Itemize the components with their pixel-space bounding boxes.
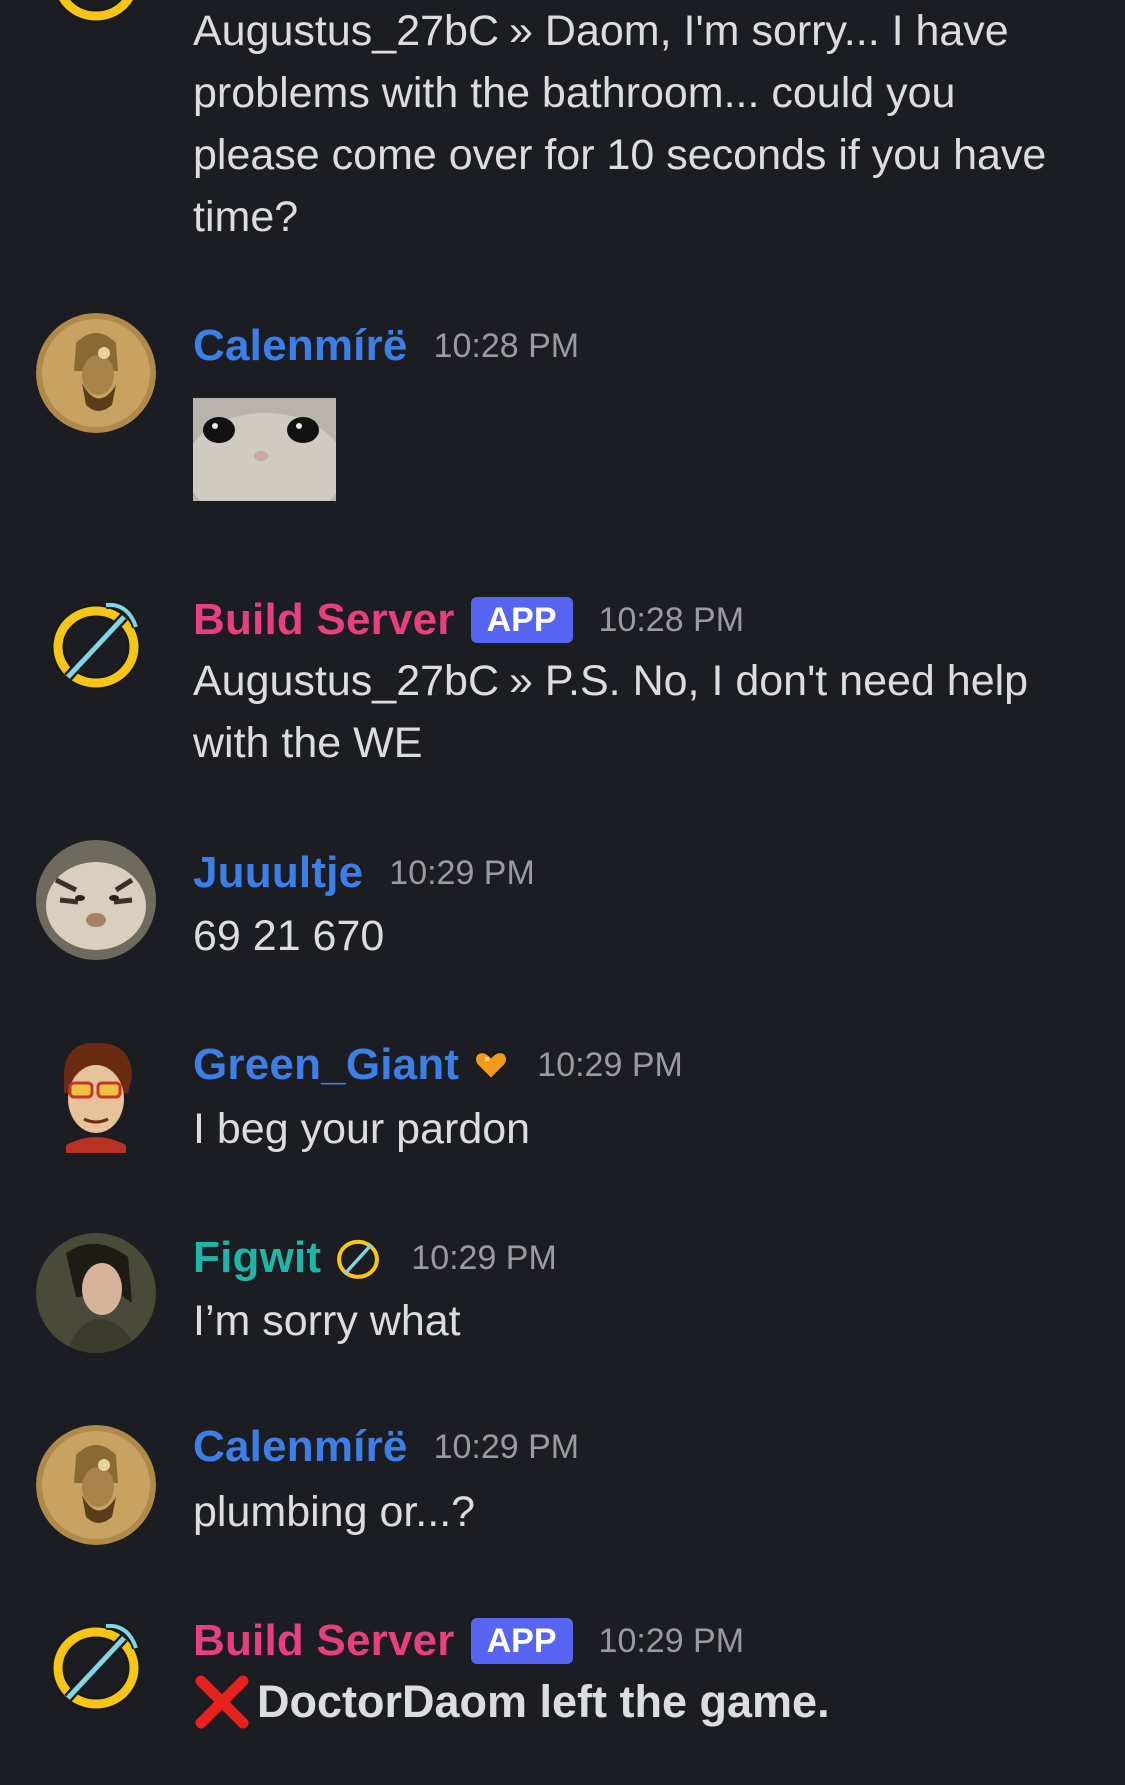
timestamp: 10:28 PM bbox=[598, 600, 745, 639]
username[interactable]: Build Server bbox=[193, 595, 455, 645]
message-header: Build Server APP 10:28 PM bbox=[193, 590, 744, 650]
timestamp: 10:29 PM bbox=[411, 1238, 557, 1277]
tiger-avatar-icon bbox=[36, 840, 156, 960]
green-giant-avatar[interactable] bbox=[36, 1033, 156, 1153]
orange-heart-icon[interactable] bbox=[471, 1045, 511, 1085]
minecraft-player-name: Augustus_27bC bbox=[193, 657, 499, 705]
message-header: Build Server APP 10:29 PM bbox=[193, 1611, 744, 1671]
pickaxe-icon[interactable] bbox=[331, 1231, 385, 1285]
red-x-icon bbox=[193, 1673, 251, 1731]
system-message: DoctorDaom left the game. bbox=[193, 1673, 830, 1731]
hamster-image bbox=[193, 398, 336, 501]
message-header: Calenmírë 10:29 PM bbox=[193, 1417, 579, 1477]
message-header: Figwit 10:29 PM bbox=[193, 1228, 557, 1288]
calenmire-avatar[interactable] bbox=[36, 1425, 156, 1545]
coin-portrait-avatar-icon bbox=[36, 313, 156, 433]
build-server-avatar[interactable] bbox=[36, 1604, 156, 1724]
username[interactable]: Calenmírë bbox=[193, 1422, 408, 1472]
build-server-avatar[interactable] bbox=[36, 0, 156, 40]
timestamp: 10:29 PM bbox=[433, 1427, 580, 1466]
message-header: Green_Giant 10:29 PM bbox=[193, 1035, 683, 1095]
username[interactable]: Juuultje bbox=[193, 848, 363, 898]
separator-glyph: » bbox=[509, 657, 533, 705]
message-body: I beg your pardon bbox=[193, 1098, 1093, 1160]
pickaxe-logo-icon bbox=[51, 600, 141, 690]
cartoon-man-avatar-icon bbox=[36, 1033, 156, 1153]
minecraft-player-name: Augustus_27bC bbox=[193, 7, 499, 55]
app-badge: APP bbox=[470, 1618, 573, 1664]
pickaxe-logo-icon bbox=[51, 1621, 141, 1711]
message-header: Calenmírë 10:28 PM bbox=[193, 316, 579, 376]
separator-glyph: » bbox=[509, 7, 533, 55]
message-body: plumbing or...? bbox=[193, 1481, 1093, 1543]
timestamp: 10:29 PM bbox=[598, 1621, 745, 1660]
message-body: I’m sorry what bbox=[193, 1290, 1093, 1352]
message-text: DoctorDaom left the game. bbox=[257, 1676, 830, 1727]
username[interactable]: Calenmírë bbox=[193, 321, 408, 371]
juuultje-avatar[interactable] bbox=[36, 840, 156, 960]
hamster-sticker[interactable] bbox=[193, 398, 336, 501]
timestamp: 10:28 PM bbox=[433, 326, 580, 365]
timestamp: 10:29 PM bbox=[389, 853, 535, 892]
message-text: I beg your pardon bbox=[193, 1105, 531, 1153]
figwit-avatar[interactable] bbox=[36, 1233, 156, 1353]
timestamp: 10:29 PM bbox=[537, 1045, 683, 1084]
message-body: Augustus_27bC» P.S. No, I don't need help… bbox=[193, 650, 1093, 774]
elf-portrait-avatar-icon bbox=[36, 1233, 156, 1353]
message-header: Juuultje 10:29 PM bbox=[193, 843, 535, 903]
calenmire-avatar[interactable] bbox=[36, 313, 156, 433]
coin-portrait-avatar-icon bbox=[36, 1425, 156, 1545]
app-badge: APP bbox=[470, 597, 573, 643]
message-body: 69 21 670 bbox=[193, 905, 1093, 967]
message-text: 69 21 670 bbox=[193, 912, 385, 960]
build-server-avatar[interactable] bbox=[36, 583, 156, 703]
message-body: Augustus_27bC» Daom, I'm sorry... I have … bbox=[193, 0, 1093, 248]
username[interactable]: Build Server bbox=[193, 1616, 455, 1666]
message-text: plumbing or...? bbox=[193, 1488, 476, 1536]
message-text: I’m sorry what bbox=[193, 1297, 461, 1345]
username[interactable]: Green_Giant bbox=[193, 1040, 459, 1090]
chat-message-list: Augustus_27bC» Daom, I'm sorry... I have … bbox=[0, 0, 1125, 1785]
pickaxe-logo-icon bbox=[56, 0, 136, 23]
username[interactable]: Figwit bbox=[193, 1233, 321, 1283]
